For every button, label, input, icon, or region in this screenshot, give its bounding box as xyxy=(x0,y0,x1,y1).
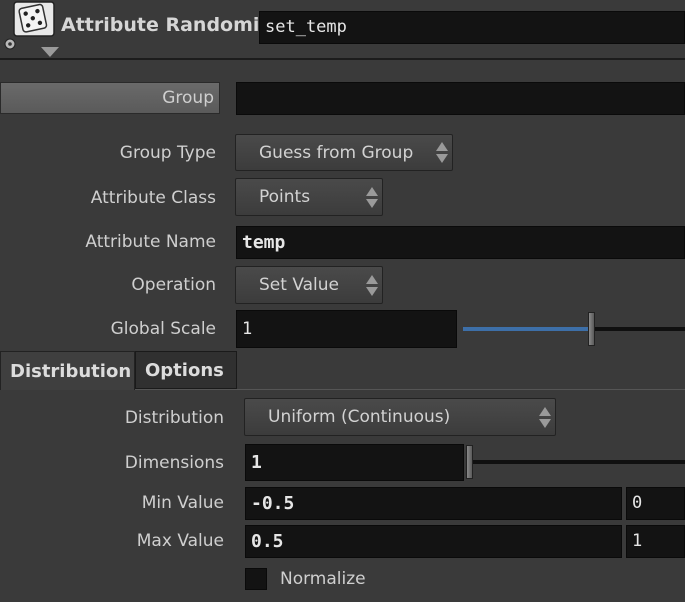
group-input[interactable] xyxy=(236,82,685,115)
operation-value: Set Value xyxy=(259,275,340,295)
dimensions-slider-handle[interactable] xyxy=(466,445,473,479)
group-type-label: Group Type xyxy=(119,143,216,163)
global-scale-label: Global Scale xyxy=(110,319,216,339)
operation-spinner-icon xyxy=(362,267,382,303)
distribution-label: Distribution xyxy=(124,408,224,428)
distribution-menu[interactable]: Uniform (Continuous) xyxy=(244,398,556,436)
global-scale-slider-handle[interactable] xyxy=(588,312,595,346)
distribution-value: Uniform (Continuous) xyxy=(268,407,451,427)
info-dot-icon[interactable] xyxy=(3,36,17,50)
dimensions-input[interactable]: 1 xyxy=(245,444,464,481)
attribute-class-spinner-icon xyxy=(362,179,382,215)
global-scale-slider[interactable] xyxy=(463,310,685,348)
node-icon-dice-icon[interactable] xyxy=(13,1,55,37)
global-scale-input[interactable]: 1 xyxy=(236,310,457,348)
operation-label: Operation xyxy=(131,275,216,295)
node-name-input[interactable]: set_temp xyxy=(259,11,685,44)
operation-menu[interactable]: Set Value xyxy=(235,266,383,304)
normalize-label: Normalize xyxy=(280,569,366,589)
tab-distribution[interactable]: Distribution xyxy=(0,351,135,390)
attribute-class-menu[interactable]: Points xyxy=(235,178,383,216)
group-label: Group xyxy=(162,88,214,108)
max-value-label: Max Value xyxy=(136,531,224,551)
attribute-class-value: Points xyxy=(259,187,311,207)
node-type-title: Attribute Randomize xyxy=(61,14,284,36)
group-label-bar[interactable]: Group xyxy=(0,82,220,114)
min-value-input-1[interactable]: -0.5 xyxy=(245,487,622,520)
group-type-menu[interactable]: Guess from Group xyxy=(235,134,453,171)
min-value-label: Min Value xyxy=(141,493,224,513)
max-value-input-1[interactable]: 0.5 xyxy=(245,525,622,558)
dimensions-slider[interactable] xyxy=(466,444,685,481)
node-menu-chevron-down-icon[interactable] xyxy=(41,47,59,57)
tab-options-label: Options xyxy=(145,359,224,381)
dimensions-slider-track xyxy=(466,460,685,464)
group-type-spinner-icon xyxy=(432,135,452,170)
global-scale-slider-fill xyxy=(463,327,588,331)
attribute-name-input[interactable]: temp xyxy=(236,226,685,259)
max-value-input-2[interactable]: 1 xyxy=(626,525,685,558)
tab-distribution-label: Distribution xyxy=(10,360,132,382)
group-type-value: Guess from Group xyxy=(259,142,414,163)
dimensions-label: Dimensions xyxy=(124,453,224,473)
min-value-input-2[interactable]: 0 xyxy=(626,487,685,520)
attribute-name-label: Attribute Name xyxy=(85,232,216,252)
attribute-class-label: Attribute Class xyxy=(90,188,216,208)
tab-options[interactable]: Options xyxy=(135,351,237,389)
distribution-spinner-icon xyxy=(535,399,555,435)
normalize-checkbox[interactable] xyxy=(245,568,267,590)
